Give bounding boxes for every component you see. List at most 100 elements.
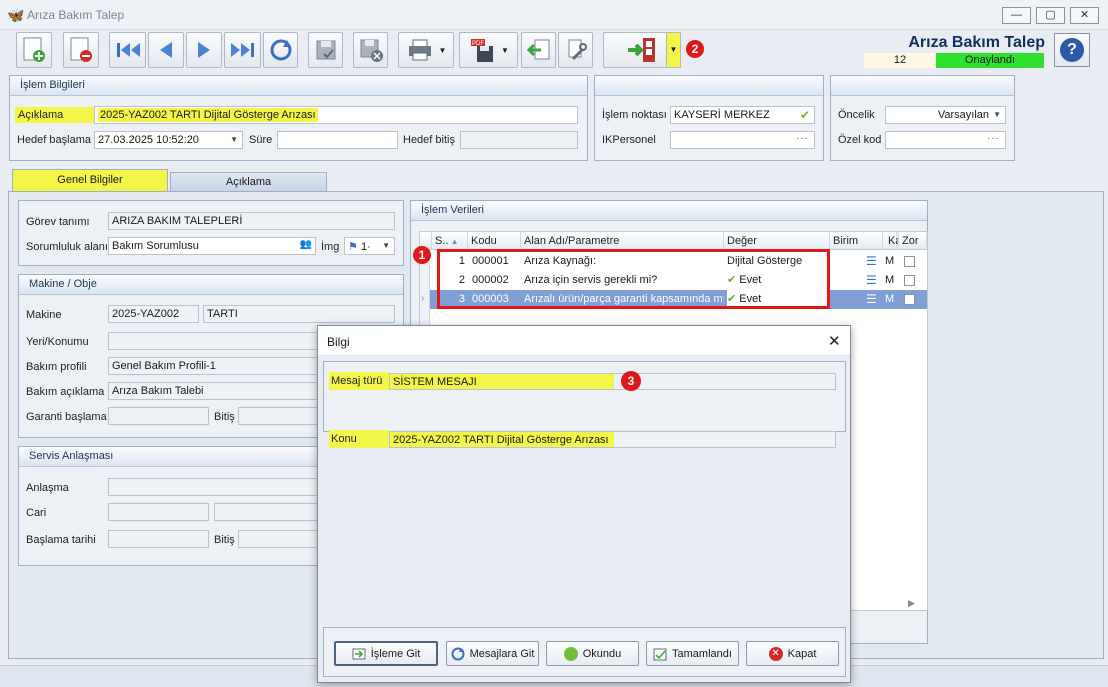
sorumluluk-value: Bakım Sorumlusu <box>112 240 199 252</box>
mesaj-turu-field[interactable]: SİSTEM MESAJI <box>389 373 836 390</box>
aciklama-label: Açıklama <box>15 107 94 123</box>
servis-bitis-label: Bitiş <box>214 534 235 546</box>
delete-record-button[interactable] <box>63 32 99 68</box>
bakim-aciklama-label: Bakım açıklama <box>26 386 105 398</box>
list-icon: ☰ <box>866 254 877 268</box>
islem-noktasi-label: İşlem noktası <box>602 109 667 121</box>
minimize-button[interactable]: — <box>1002 7 1031 24</box>
next-record-icon <box>198 42 210 58</box>
next-record-button[interactable] <box>186 32 222 68</box>
okundu-button[interactable]: Okundu <box>546 641 639 666</box>
makine-name-field[interactable]: TARTI <box>203 305 395 323</box>
col-sira[interactable]: S.. ▲ <box>432 232 468 250</box>
col-kodu[interactable]: Kodu <box>468 232 521 250</box>
row-zorunlu-checkbox[interactable] <box>904 275 915 286</box>
gorev-tanimi-field[interactable]: ARIZA BAKIM TALEPLERİ <box>108 212 395 230</box>
col-zor[interactable]: Zor <box>899 232 927 250</box>
makine-header: Makine / Obje <box>19 275 403 295</box>
status-badge: Onaylandı <box>936 53 1044 68</box>
previous-record-button[interactable] <box>148 32 184 68</box>
tamamlandi-button[interactable]: Tamamlandı <box>646 641 739 666</box>
aciklama-field[interactable]: 2025-YAZ002 TARTI Dijital Gösterge Arıza… <box>94 106 578 124</box>
row-zorunlu-checkbox[interactable] <box>904 294 915 305</box>
exit-dropdown-arrow[interactable]: ▼ <box>666 32 681 68</box>
dialog-body: Mesaj türü SİSTEM MESAJI Konu 2025-YAZ00… <box>318 356 850 682</box>
close-window-button[interactable]: ✕ <box>1070 7 1099 24</box>
konu-field[interactable]: 2025-YAZ002 TARTI Dijital Gösterge Arıza… <box>389 431 836 448</box>
mesaj-turu-label: Mesaj türü <box>329 372 389 390</box>
scroll-right-icon[interactable]: ▶ <box>908 598 915 609</box>
kapat-button[interactable]: ✕ Kapat <box>746 641 839 666</box>
islem-noktasi-field[interactable]: KAYSERİ MERKEZ ✔ <box>670 106 815 124</box>
ellipsis-icon: ··· <box>987 133 1000 144</box>
gorev-panel <box>18 200 404 266</box>
users-icon: 👥 <box>299 239 312 250</box>
mesajlara-git-button[interactable]: Mesajlara Git <box>446 641 539 666</box>
makine-label: Makine <box>26 309 62 321</box>
oncelik-value: Varsayılan <box>937 109 989 121</box>
pdf-export-button[interactable]: PDF ▼ <box>459 32 518 68</box>
help-icon: ? <box>1060 38 1084 62</box>
col-deger[interactable]: Değer <box>724 232 830 250</box>
annotation-box-1 <box>437 249 830 309</box>
tab-genel-bilgiler[interactable]: Genel Bilgiler <box>12 169 168 191</box>
sure-field[interactable] <box>277 131 398 149</box>
row-ka: M <box>885 255 895 267</box>
garanti-field[interactable] <box>108 407 209 425</box>
bilgi-dialog: Bilgi ✕ Mesaj türü SİSTEM MESAJI Konu 20… <box>317 325 851 683</box>
refresh-button[interactable] <box>263 32 298 68</box>
list-icon: ☰ <box>866 292 877 306</box>
tamamlandi-label: Tamamlandı <box>672 647 732 660</box>
maximize-button[interactable]: ▢ <box>1036 7 1065 24</box>
isleme-git-label: İşleme Git <box>370 647 421 660</box>
hedef-bitis-label: Hedef bitiş <box>403 134 455 146</box>
sorumluluk-field[interactable]: Bakım Sorumlusu 👥 <box>108 237 316 255</box>
col-ka[interactable]: Ka <box>885 232 899 250</box>
tab-aciklama[interactable]: Açıklama <box>170 172 327 191</box>
import-button[interactable] <box>521 32 556 68</box>
baslama-tarihi-field[interactable] <box>108 530 209 548</box>
col-alan-adi[interactable]: Alan Adı/Parametre <box>521 232 724 250</box>
last-record-icon <box>230 43 254 57</box>
konu-value: 2025-YAZ002 TARTI Dijital Gösterge Arıza… <box>390 432 614 447</box>
completed-icon <box>653 648 667 660</box>
img-select[interactable]: ⚑ 1· ▼ <box>344 237 395 255</box>
ellipsis-icon: ··· <box>796 133 809 144</box>
annotation-marker-1: 1 <box>413 246 431 264</box>
mesajlara-git-label: Mesajlara Git <box>469 647 535 660</box>
isleme-git-button[interactable]: İşleme Git <box>334 641 438 666</box>
cari-label: Cari <box>26 507 47 519</box>
dialog-close-icon[interactable]: ✕ <box>828 332 841 350</box>
first-record-icon <box>116 43 140 57</box>
annotation-marker-3: 3 <box>621 371 641 391</box>
butterfly-app-icon: 🦋 <box>7 7 25 23</box>
islem-noktasi-value: KAYSERİ MERKEZ <box>674 109 770 121</box>
window-title: Arıza Bakım Talep <box>27 8 125 22</box>
oncelik-select[interactable]: Varsayılan ▼ <box>885 106 1006 124</box>
cari-code-field[interactable] <box>108 503 209 521</box>
save-and-close-button[interactable] <box>353 32 388 68</box>
grid-header: S.. ▲ Kodu Alan Adı/Parametre Değer Biri… <box>420 232 927 250</box>
help-button[interactable]: ? <box>1054 33 1090 67</box>
save-button[interactable] <box>308 32 343 68</box>
okundu-label: Okundu <box>582 647 622 660</box>
row-zorunlu-checkbox[interactable] <box>904 256 915 267</box>
hedef-baslama-field[interactable]: 27.03.2025 10:52:20 ▼ <box>94 131 243 149</box>
col-birim[interactable]: Birim <box>830 232 883 250</box>
sorumluluk-label: Sorumluluk alanı <box>26 241 108 253</box>
last-record-button[interactable] <box>224 32 261 68</box>
ozel-kod-label: Özel kod <box>838 134 882 146</box>
tools-button[interactable] <box>558 32 593 68</box>
exit-icon <box>628 38 655 62</box>
refresh-icon <box>270 39 291 61</box>
ozel-kod-field[interactable]: ··· <box>885 131 1006 149</box>
ikpersonel-field[interactable]: ··· <box>670 131 815 149</box>
hedef-bitis-field[interactable] <box>460 131 578 149</box>
new-record-button[interactable] <box>16 32 52 68</box>
dialog-titlebar: Bilgi ✕ <box>318 326 850 356</box>
print-button[interactable]: ▼ <box>398 32 454 68</box>
window-titlebar: 🦋 Arıza Bakım Talep — ▢ ✕ <box>0 0 1108 30</box>
makine-code-field[interactable]: 2025-YAZ002 <box>108 305 199 323</box>
first-record-button[interactable] <box>109 32 146 68</box>
flag-icon: ⚑ <box>348 241 358 253</box>
